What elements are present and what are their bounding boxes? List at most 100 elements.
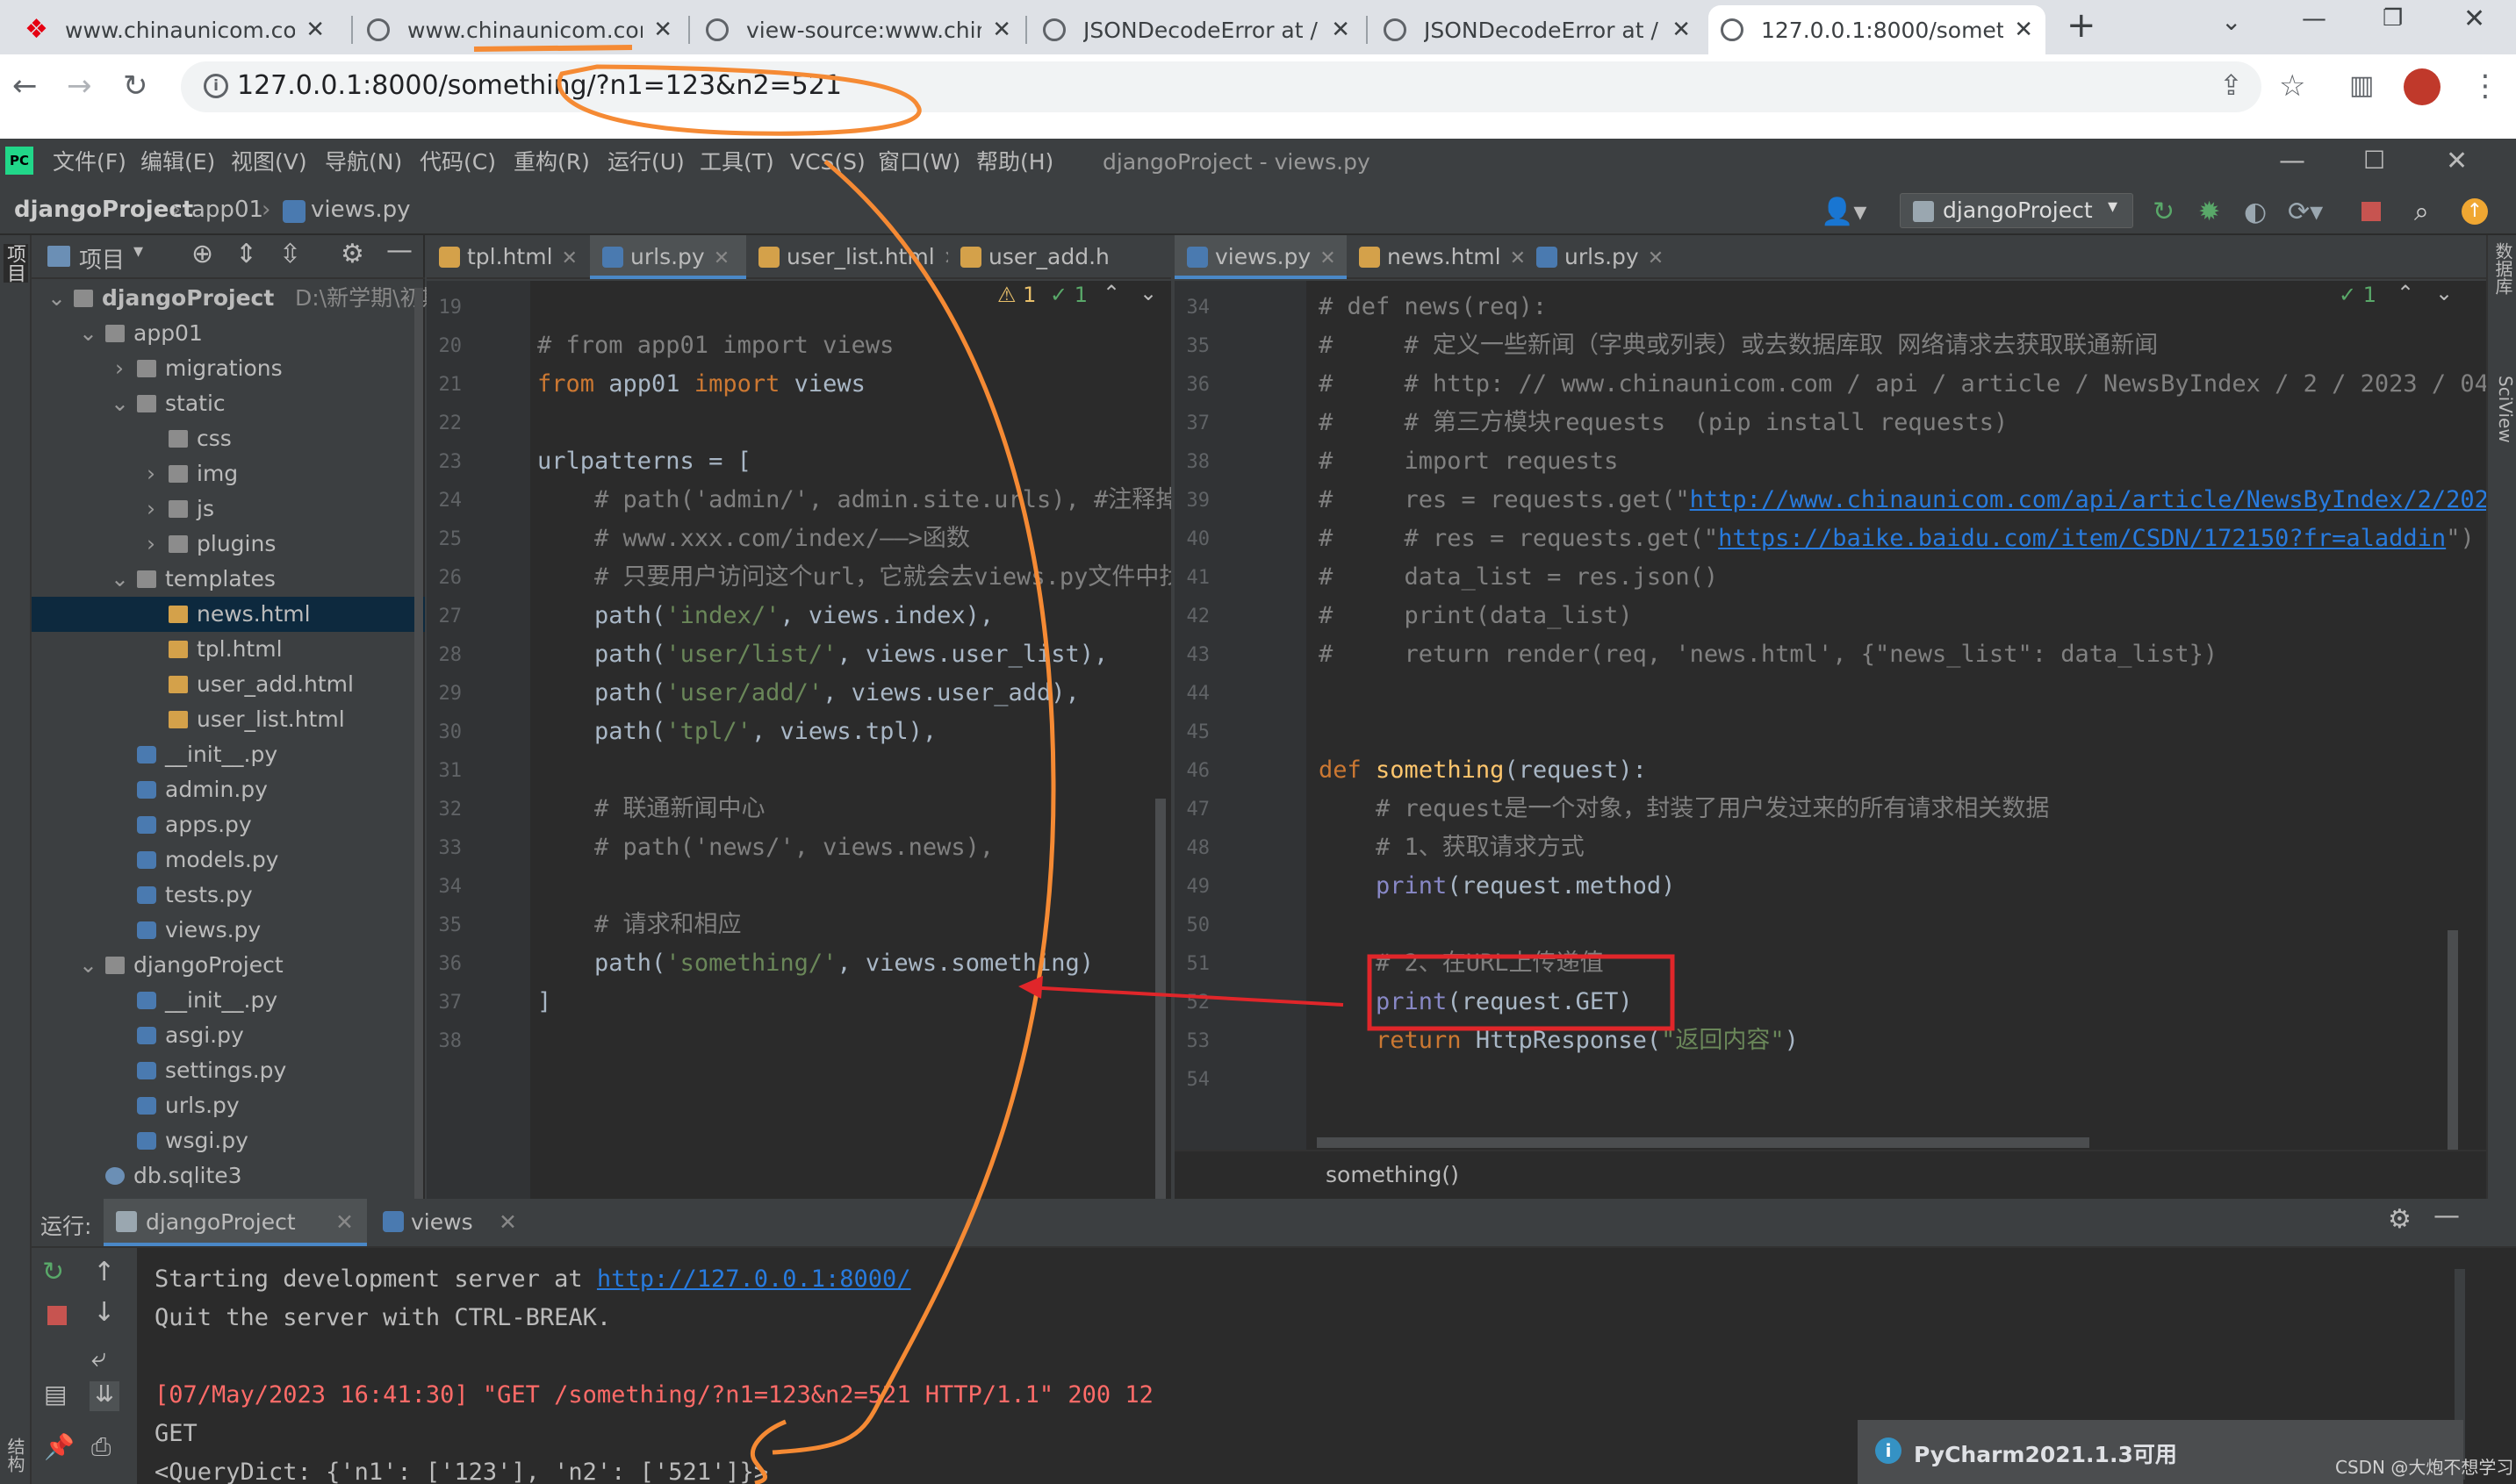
browser-tab-3[interactable]: view-source:www.chin ✕ [694, 5, 1024, 54]
project-view-label[interactable]: 项目 [79, 242, 125, 275]
address-bar[interactable]: i 127.0.0.1:8000/something/?n1=123&n2=52… [181, 61, 2261, 112]
site-info-icon[interactable]: i [204, 74, 228, 98]
expand-arrow-icon[interactable]: ⌄ [47, 281, 66, 316]
bookmark-star-icon[interactable]: ☆ [2279, 68, 2305, 104]
ide-minimize-icon[interactable]: — [2279, 146, 2305, 176]
expand-arrow-icon[interactable]: › [111, 351, 128, 386]
tree-item[interactable]: › migrations [32, 351, 425, 386]
menu-item[interactable]: 编辑(E) [140, 149, 215, 176]
tab-urls-py-2[interactable]: urls.py ✕ [1524, 235, 1682, 279]
menu-item[interactable]: 代码(C) [420, 149, 496, 176]
prev-highlight-icon[interactable]: ⌃ [2397, 281, 2414, 305]
tab-news-html[interactable]: news.html ✕ [1347, 235, 1524, 279]
code-line[interactable]: urlpatterns = [ [537, 442, 751, 481]
scroll-to-end-icon[interactable]: ⇊ [90, 1381, 119, 1411]
chevron-down-icon[interactable]: ▾ [133, 240, 143, 262]
tree-item[interactable]: › js [32, 491, 425, 527]
tree-item[interactable]: admin.py [32, 772, 425, 807]
function-breadcrumb[interactable]: something() [1326, 1162, 1459, 1187]
code-line[interactable]: print(request.GET) [1319, 983, 1633, 1022]
code-line[interactable]: # 请求和相应 [537, 906, 742, 944]
code-line[interactable]: return HttpResponse("返回内容") [1319, 1022, 1799, 1060]
gear-icon[interactable]: ⚙ [2388, 1204, 2412, 1235]
tree-item[interactable]: tpl.html [32, 632, 425, 667]
warning-count[interactable]: ⚠ 1 [997, 283, 1036, 307]
server-url-link[interactable]: http://127.0.0.1:8000/ [597, 1265, 911, 1293]
ok-count[interactable]: ✓ 1 [1050, 283, 1088, 307]
code-line[interactable]: path('something/', views.something) [537, 944, 1094, 983]
close-icon[interactable]: ✕ [992, 17, 1011, 43]
expand-arrow-icon[interactable]: › [142, 456, 160, 491]
tab-search-icon[interactable]: ⌄ [2221, 7, 2241, 36]
structure-tool-button[interactable]: 结构 [4, 1437, 28, 1473]
menu-item[interactable]: 文件(F) [53, 149, 126, 176]
ok-count[interactable]: ✓ 1 [2339, 283, 2376, 307]
reload-icon[interactable]: ↻ [123, 68, 148, 104]
tree-item[interactable]: ⌄ static [32, 386, 425, 421]
code-line[interactable]: path('index/', views.index), [537, 597, 994, 635]
code-line[interactable]: def something(request): [1319, 751, 1647, 790]
hide-panel-icon[interactable]: — [2433, 1201, 2460, 1231]
code-line[interactable]: # 只要用户访问这个url，它就会去views.py文件中找 [537, 558, 1171, 597]
tab-urls-py[interactable]: urls.py ✕ [590, 235, 746, 279]
side-panel-icon[interactable]: ▥ [2349, 68, 2374, 104]
profile-avatar[interactable] [2404, 68, 2441, 105]
code-line[interactable]: # def news(req): [1319, 288, 1547, 326]
close-icon[interactable]: ✕ [499, 1209, 517, 1235]
run-config-selector[interactable]: djangoProject ▾ [1900, 193, 2133, 228]
breadcrumb-app01[interactable]: app01 [191, 197, 263, 223]
close-window-icon[interactable]: ✕ [2463, 4, 2485, 34]
code-line[interactable]: # www.xxx.com/index/——>函数 [537, 520, 970, 558]
ide-close-icon[interactable]: ✕ [2446, 146, 2468, 176]
project-tool-button[interactable]: 项目 [4, 244, 28, 283]
sciview-tool-button[interactable]: SciView [2491, 376, 2516, 443]
stop-icon[interactable] [47, 1306, 67, 1325]
code-line[interactable]: from app01 import views [537, 365, 866, 404]
tab-user-add-html[interactable]: user_add.h [948, 235, 1171, 279]
tree-item[interactable]: ⌄ templates [32, 562, 425, 597]
code-line[interactable]: path('user/add/', views.user_add), [537, 674, 1080, 713]
close-icon[interactable]: ✕ [2014, 17, 2033, 43]
close-icon[interactable]: ✕ [335, 1209, 354, 1235]
prev-highlight-icon[interactable]: ⌃ [1103, 281, 1120, 305]
browser-menu-icon[interactable]: ⋮ [2470, 68, 2500, 104]
next-highlight-icon[interactable]: ⌄ [1139, 281, 1157, 305]
pin-icon[interactable]: 📌 [44, 1432, 75, 1461]
address-bar-url[interactable]: 127.0.0.1:8000/something/?n1=123&n2=521 [237, 68, 842, 104]
code-line[interactable]: # # 第三方模块requests (pip install requests) [1319, 404, 2008, 442]
search-everywhere-icon[interactable]: ⌕ [2414, 197, 2429, 227]
code-line[interactable]: # path('news/', views.news), [537, 828, 994, 867]
code-line[interactable]: # import requests [1319, 442, 1618, 481]
tree-item[interactable]: wsgi.py [32, 1123, 425, 1158]
tree-item[interactable]: apps.py [32, 807, 425, 842]
code-line[interactable]: # data_list = res.json() [1319, 558, 1718, 597]
tree-item[interactable]: ⌄ djangoProject D:\新学期\初期 [32, 281, 444, 316]
menu-item[interactable]: 运行(U) [607, 149, 685, 176]
menu-item[interactable]: 视图(V) [231, 149, 307, 176]
code-line[interactable]: # # http: // www.chinaunicom.com / api /… [1319, 365, 2486, 404]
database-tool-button[interactable]: 数据库 [2491, 242, 2516, 295]
menu-item[interactable]: 帮助(H) [976, 149, 1053, 176]
code-line[interactable]: # path('admin/', admin.site.urls), #注释掉 [537, 481, 1171, 520]
code-line[interactable]: # print(data_list) [1319, 597, 1633, 635]
collapse-all-icon[interactable]: ⇳ [279, 239, 301, 269]
close-icon[interactable]: ✕ [1671, 17, 1691, 43]
rerun-icon[interactable]: ↻ [2153, 197, 2175, 227]
run-tab-djangoproject[interactable]: djangoProject ✕ [104, 1199, 367, 1246]
editor-scrollbar[interactable] [2448, 930, 2458, 1150]
code-line[interactable]: # 2、在URL上传递值 [1319, 944, 1604, 983]
code-line[interactable]: # from app01 import views [537, 326, 894, 365]
tab-views-py[interactable]: views.py ✕ [1175, 235, 1347, 279]
back-arrow-icon[interactable]: ← [12, 68, 38, 104]
tab-user-list-html[interactable]: user_list.html✕ [746, 235, 948, 279]
stop-icon[interactable] [2361, 202, 2381, 221]
tree-item[interactable]: __init__.py [32, 983, 425, 1018]
code-line[interactable]: path('tpl/', views.tpl), [537, 713, 937, 751]
code-line[interactable]: # return render(req, 'news.html', {"news… [1319, 635, 2218, 674]
right-code-editor[interactable]: ✓ 1 ⌃ ⌄ 34 # def news(req): 35 # # 定义一些新闻（字… [1175, 281, 2486, 1150]
code-line[interactable]: print(request.method) [1319, 867, 1675, 906]
code-line[interactable]: # 1、获取请求方式 [1319, 828, 1585, 867]
close-icon[interactable]: ✕ [653, 17, 672, 43]
tab-tpl-html[interactable]: tpl.html ✕ [427, 235, 590, 279]
code-line[interactable]: ] [537, 983, 551, 1022]
